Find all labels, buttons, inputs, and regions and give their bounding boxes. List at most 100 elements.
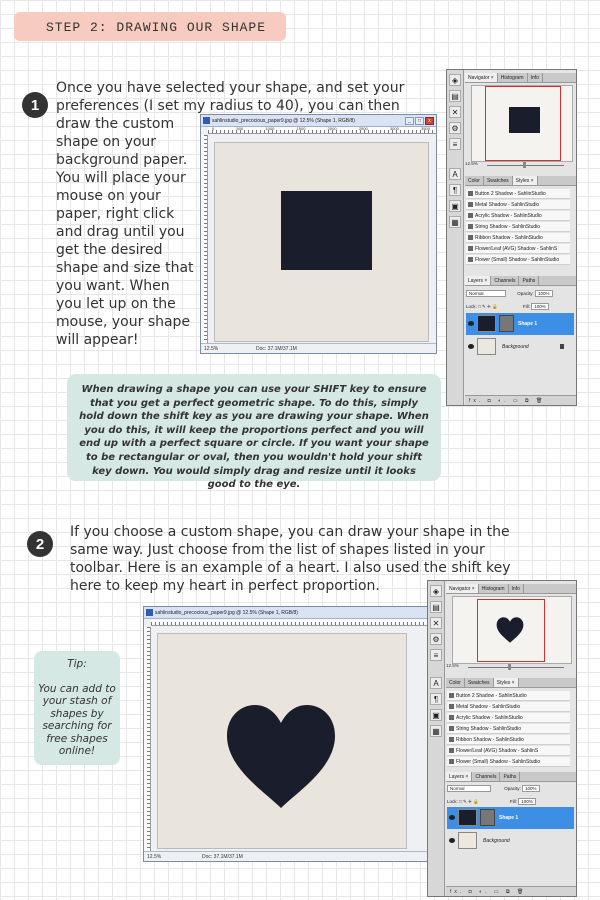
tab-info[interactable]: Info (509, 584, 524, 593)
opacity-input[interactable]: 100% (535, 290, 553, 298)
zoom-level[interactable]: 12.5% (147, 852, 161, 861)
layer-name[interactable]: Shape 1 (518, 313, 537, 335)
style-item[interactable]: Flower (Small) Shadow - SahlinStudio (466, 255, 570, 265)
style-item[interactable]: Flower/Leaf (AVG) Shadow - SahlinS (466, 244, 570, 254)
paper-canvas[interactable] (214, 142, 429, 342)
tab-info[interactable]: Info (528, 73, 543, 82)
layer-comps-icon[interactable]: ▦ (430, 725, 442, 737)
eye-icon[interactable] (449, 838, 455, 843)
navigator-zoom[interactable]: 12.5% (446, 663, 574, 671)
style-item[interactable]: Button 2 Shadow - SahlinStudio (447, 691, 570, 701)
tab-channels[interactable]: Channels (472, 772, 501, 781)
histogram-icon[interactable]: ▤ (430, 601, 442, 613)
navigator-preview[interactable] (452, 596, 572, 664)
style-item[interactable]: Button 2 Shadow - SahlinStudio (466, 189, 570, 199)
navigator-icon[interactable]: ◈ (430, 585, 442, 597)
ruler-ticks (204, 135, 207, 343)
ruler-ticks (151, 622, 430, 625)
layer-background[interactable]: Background (447, 830, 574, 852)
eye-icon[interactable] (468, 321, 474, 326)
tab-swatches[interactable]: Swatches (484, 176, 513, 185)
document-window-2[interactable]: sahlinstudio_precocious_paper9.jpg @ 12.… (143, 606, 431, 862)
vector-mask-thumbnail[interactable] (480, 809, 495, 826)
tab-color[interactable]: Color (446, 678, 465, 687)
tab-styles[interactable]: Styles × (493, 678, 519, 687)
layers-bottom-bar[interactable]: fx. ◘ ◐. ▭ ⧉ 🗑 (465, 395, 576, 405)
layer-name[interactable]: Background (483, 830, 510, 852)
eye-icon[interactable] (468, 344, 474, 349)
tab-swatches[interactable]: Swatches (465, 678, 494, 687)
navigator-icon[interactable]: ◈ (449, 74, 461, 86)
rounded-square-shape[interactable] (281, 191, 372, 270)
style-item[interactable]: Flower (Small) Shadow - SahlinStudio (447, 757, 570, 767)
layer-shape-1[interactable]: Shape 1 (447, 807, 574, 829)
blend-mode-select[interactable]: Normal (447, 785, 491, 793)
style-item[interactable]: Metal Shadow - SahlinStudio (447, 702, 570, 712)
character-icon[interactable]: A (449, 168, 461, 180)
tab-navigator[interactable]: Navigator × (465, 73, 498, 82)
document-titlebar[interactable]: sahlinstudio_precocious_paper9.jpg @ 12.… (144, 607, 430, 619)
step-1-line: shape on your (56, 134, 157, 150)
lock-icons[interactable]: □ ✎ ✛ 🔒 (478, 304, 498, 309)
tab-color[interactable]: Color (465, 176, 484, 185)
vertical-ruler (144, 627, 151, 851)
layer-name[interactable]: Shape 1 (499, 807, 518, 829)
tab-styles[interactable]: Styles × (512, 176, 538, 185)
tab-navigator[interactable]: Navigator × (446, 584, 479, 593)
navigator-preview[interactable] (471, 85, 573, 162)
maximize-button[interactable]: □ (415, 117, 424, 125)
tools-icon[interactable]: ✕ (449, 106, 461, 118)
brushes-icon[interactable]: ▣ (449, 200, 461, 212)
eye-icon[interactable] (449, 815, 455, 820)
styles-tabs: Color Swatches Styles × (465, 176, 576, 186)
layers-bottom-bar[interactable]: fx. ◘ ◐. ▭ ⧉ 🗑 (446, 886, 576, 896)
tab-layers[interactable]: Layers × (465, 276, 492, 285)
zoom-slider-thumb[interactable] (523, 162, 526, 168)
style-item[interactable]: Metal Shadow - SahlinStudio (466, 200, 570, 210)
histogram-icon[interactable]: ▤ (449, 90, 461, 102)
layer-background[interactable]: Background (466, 336, 574, 358)
lock-icons[interactable]: □ ✎ ✛ 🔒 (459, 799, 479, 804)
tab-layers[interactable]: Layers × (446, 772, 473, 781)
minimize-button[interactable]: _ (405, 117, 414, 125)
actions-icon[interactable]: ⚙ (449, 122, 461, 134)
navigator-zoom[interactable]: 12.5% (465, 161, 574, 169)
tab-paths[interactable]: Paths (519, 276, 540, 285)
blend-mode-select[interactable]: Normal (466, 290, 506, 298)
actions-icon[interactable]: ⚙ (430, 633, 442, 645)
style-item[interactable]: String Shadow - SahlinStudio (466, 222, 570, 232)
layer-name[interactable]: Background (502, 336, 529, 358)
tab-histogram[interactable]: Histogram (479, 584, 509, 593)
style-item[interactable]: Ribbon Shadow - SahlinStudio (447, 735, 570, 745)
history-icon[interactable]: ≡ (449, 138, 461, 150)
style-item[interactable]: Acrylic Shadow - SahlinStudio (447, 713, 570, 723)
style-item[interactable]: Acrylic Shadow - SahlinStudio (466, 211, 570, 221)
fill-input[interactable]: 100% (531, 303, 549, 311)
brushes-icon[interactable]: ▣ (430, 709, 442, 721)
vector-mask-thumbnail[interactable] (499, 315, 514, 332)
paper-canvas[interactable] (157, 633, 407, 849)
style-item[interactable]: Flower/Leaf (AVG) Shadow - SahlinS (447, 746, 570, 756)
layer-shape-1[interactable]: Shape 1 (466, 313, 574, 335)
tab-histogram[interactable]: Histogram (498, 73, 528, 82)
zoom-slider-thumb[interactable] (508, 664, 511, 670)
tools-icon[interactable]: ✕ (430, 617, 442, 629)
close-button[interactable]: x (425, 117, 434, 125)
opacity-input[interactable]: 100% (522, 785, 540, 793)
layer-comps-icon[interactable]: ▦ (449, 216, 461, 228)
navigator-zoom-value: 12.5% (446, 663, 459, 668)
style-item[interactable]: String Shadow - SahlinStudio (447, 724, 570, 734)
style-item[interactable]: Ribbon Shadow - SahlinStudio (466, 233, 570, 243)
character-icon[interactable]: A (430, 677, 442, 689)
paragraph-icon[interactable]: ¶ (449, 184, 461, 196)
fill-input[interactable]: 100% (518, 798, 536, 806)
tab-channels[interactable]: Channels (491, 276, 520, 285)
zoom-slider-track[interactable] (468, 667, 564, 668)
document-window-1[interactable]: sahlinstudio_precocious_paper9.jpg @ 12.… (200, 114, 437, 354)
history-icon[interactable]: ≡ (430, 649, 442, 661)
zoom-level[interactable]: 12.5% (204, 344, 218, 353)
paragraph-icon[interactable]: ¶ (430, 693, 442, 705)
step-1-line: and drag until you (56, 224, 185, 240)
heart-shape[interactable] (225, 704, 337, 809)
tab-paths[interactable]: Paths (500, 772, 521, 781)
